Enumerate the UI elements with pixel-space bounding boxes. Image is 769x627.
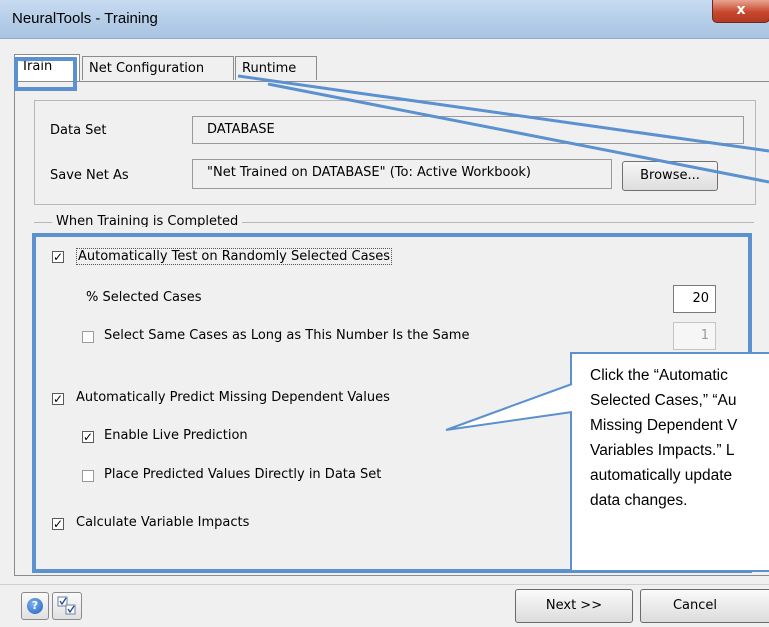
browse-button[interactable]: Browse... — [622, 161, 718, 191]
training-completed-label: When Training is Completed — [52, 214, 243, 227]
tab-net-configuration[interactable]: Net Configuration — [82, 56, 234, 80]
next-button[interactable]: Next >> — [515, 589, 633, 623]
callout-line-2: Selected Cases,” “Au — [590, 392, 737, 409]
save-net-field[interactable]: "Net Trained on DATABASE" (To: Active Wo… — [192, 159, 612, 189]
callout-line-5: automatically update — [590, 467, 733, 484]
browse-button-label: Browse... — [640, 168, 700, 183]
cancel-button[interactable]: Cancel — [640, 589, 769, 623]
callout-line-4: Variables Impacts.” L — [590, 442, 735, 459]
cancel-button-label: Cancel — [672, 598, 718, 613]
title-bar: NeuralTools - Training x — [0, 0, 769, 39]
tab-net-configuration-label: Net Configuration — [89, 61, 205, 76]
training-dialog: NeuralTools - Training x Train Net Confi… — [0, 0, 769, 627]
callout-box: Click the “Automatic Selected Cases,” “A… — [570, 352, 769, 572]
save-net-label: Save Net As — [50, 168, 129, 183]
data-set-field[interactable]: DATABASE — [192, 116, 744, 144]
window-title: NeuralTools - Training — [12, 10, 158, 27]
footer-separator — [0, 584, 769, 585]
next-button-label: Next >> — [545, 598, 603, 613]
close-icon: x — [736, 2, 746, 18]
check-icon — [57, 596, 76, 615]
close-button[interactable]: x — [712, 0, 769, 23]
help-button[interactable]: ? — [21, 592, 49, 620]
help-icon: ? — [27, 598, 43, 614]
tab-runtime[interactable]: Runtime — [235, 56, 317, 80]
callout-line-1: Click the “Automatic — [590, 367, 728, 384]
options-button[interactable] — [52, 592, 82, 620]
data-set-label: Data Set — [50, 123, 107, 138]
tab-runtime-label: Runtime — [242, 61, 297, 76]
callout-line-3: Missing Dependent V — [590, 417, 738, 434]
callout-line-6: data changes. — [590, 492, 688, 509]
train-tab-highlight — [14, 57, 77, 91]
